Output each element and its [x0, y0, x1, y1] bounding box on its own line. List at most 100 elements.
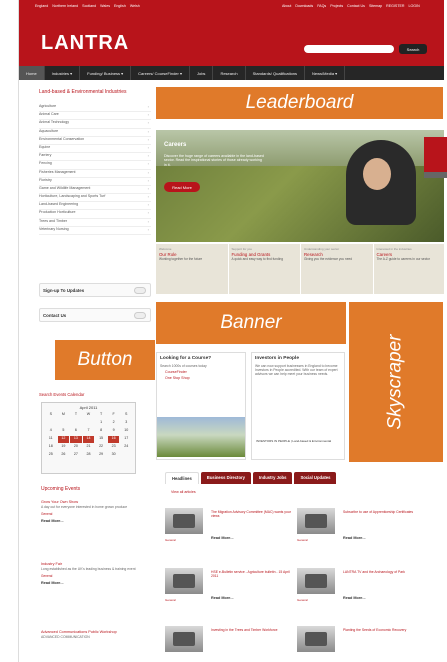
tab-social-updates[interactable]: Social Updates [294, 472, 337, 484]
link-projects[interactable]: Projects [330, 4, 343, 8]
ad-banner[interactable]: Banner [156, 302, 346, 344]
cal-day[interactable]: 11 [45, 436, 57, 443]
nav-careers[interactable]: Careers/ CourseFinder ▾ [131, 66, 190, 80]
cal-day-highlighted[interactable]: 16 [107, 436, 120, 443]
one-stop-shop-link[interactable]: One Stop Shop [157, 374, 245, 380]
news-thumbnail[interactable] [165, 568, 203, 594]
sidebar-item[interactable]: Veterinary Nursing [39, 227, 151, 235]
link-register[interactable]: REGISTER [386, 4, 404, 8]
news-category[interactable]: General [297, 538, 308, 542]
nav-standards[interactable]: Standards/ Qualifications [246, 66, 306, 80]
news-category[interactable]: General [297, 598, 308, 602]
news-thumbnail[interactable] [165, 626, 203, 652]
contact-box[interactable]: Contact Us [39, 308, 151, 322]
nav-research[interactable]: Research [213, 66, 246, 80]
ad-button[interactable]: Button [55, 340, 155, 380]
feature-our-role[interactable]: Welcome Our Role Working together for th… [156, 244, 229, 294]
news-thumbnail[interactable] [165, 508, 203, 534]
sidebar-item[interactable]: Production Horticulture [39, 210, 151, 219]
cal-day[interactable]: 4 [45, 428, 57, 435]
sidebar-item[interactable]: Equine [39, 145, 151, 154]
news-title[interactable]: The Migration Advisory Committee (MAC) w… [211, 510, 291, 518]
tab-industry-jobs[interactable]: Industry Jobs [252, 472, 293, 484]
cal-day[interactable]: 9 [108, 428, 120, 435]
lang-english[interactable]: English [114, 4, 126, 8]
event-title[interactable]: Grow Your Own Show [41, 500, 151, 504]
cal-day[interactable]: 25 [45, 452, 57, 459]
news-title[interactable]: Subscribe to use of Apprenticeship Certi… [343, 510, 423, 514]
news-thumbnail[interactable] [297, 508, 335, 534]
feature-research[interactable]: Understanding your sector Research Givin… [301, 244, 374, 294]
event-read-more[interactable]: Read More... [41, 519, 151, 523]
cal-day[interactable]: 3 [120, 420, 132, 427]
event-title[interactable]: Advanced Communications Public Workshop [41, 630, 151, 634]
site-logo[interactable]: LANTRA [41, 32, 129, 55]
cal-day[interactable]: 28 [83, 452, 95, 459]
search-button[interactable]: Search [399, 44, 427, 54]
sidebar-item[interactable]: Farriery [39, 153, 151, 162]
cal-day[interactable]: 24 [120, 444, 132, 451]
link-faqs[interactable]: FAQs [317, 4, 326, 8]
news-read-more[interactable]: Read More... [343, 596, 366, 600]
cal-day[interactable]: 8 [95, 428, 107, 435]
news-thumbnail[interactable] [297, 626, 335, 652]
cal-day-highlighted[interactable]: 13 [70, 436, 82, 443]
sidebar-item[interactable]: Fisheries Management [39, 170, 151, 178]
signup-box[interactable]: Sign-up To Updates [39, 283, 151, 297]
news-title[interactable]: Planting the Seeds of Economic Recovery [343, 628, 423, 632]
cal-day[interactable]: 10 [120, 428, 132, 435]
sidebar-item[interactable]: Animal Care [39, 112, 151, 121]
ad-skyscraper[interactable]: Skyscraper [349, 302, 443, 462]
link-login[interactable]: LOGIN [409, 4, 420, 8]
region-link-england[interactable]: England [35, 4, 48, 8]
tab-business-directory[interactable]: Business Directory [200, 472, 251, 484]
event-category[interactable]: General [41, 512, 151, 516]
ad-leaderboard[interactable]: Leaderboard [156, 87, 443, 119]
tab-headlines[interactable]: Headlines [165, 472, 199, 484]
cal-day[interactable]: 29 [95, 452, 107, 459]
news-title[interactable]: LANTRA TV and the Archaeology of Park [343, 570, 423, 574]
search-input[interactable] [304, 45, 394, 53]
cal-day-highlighted[interactable]: 12 [57, 436, 70, 443]
cal-day[interactable]: 20 [70, 444, 82, 451]
cal-day[interactable]: 27 [70, 452, 82, 459]
news-title[interactable]: Investing in the Trees and Timber Workfo… [211, 628, 291, 632]
cal-day-highlighted[interactable]: 14 [82, 436, 95, 443]
sidebar-item[interactable]: Trees and Timber [39, 219, 151, 227]
region-link-scotland[interactable]: Scotland [82, 4, 96, 8]
event-title[interactable]: Industry Fair [41, 562, 151, 566]
events-calendar[interactable]: April 2011 S M T W T F S 1 2 3 4 5 6 7 8… [41, 402, 136, 474]
link-contact[interactable]: Contact Us [347, 4, 365, 8]
nav-industries[interactable]: Industries ▾ [45, 66, 81, 80]
cal-day[interactable]: 30 [108, 452, 120, 459]
cal-day[interactable]: 15 [95, 436, 107, 443]
news-title[interactable]: HSE e-Bulletin service - Agriculture bul… [211, 570, 291, 578]
sidebar-item[interactable]: Horticulture, Landscaping and Sports Tur… [39, 194, 151, 203]
link-sitemap[interactable]: Sitemap [369, 4, 382, 8]
cal-day[interactable]: 6 [70, 428, 82, 435]
link-about[interactable]: About [282, 4, 291, 8]
sidebar-item[interactable]: Agriculture [39, 104, 151, 113]
nav-jobs[interactable]: Jobs [190, 66, 214, 80]
cal-day[interactable]: 22 [95, 444, 107, 451]
news-category[interactable]: General [165, 538, 176, 542]
region-link-ni[interactable]: Northern Ireland [52, 4, 78, 8]
cal-day[interactable]: 26 [58, 452, 70, 459]
nav-news[interactable]: News/Media ▾ [305, 66, 346, 80]
cal-day[interactable]: 23 [108, 444, 120, 451]
hero-carousel[interactable]: Careers Discover the huge range of caree… [156, 130, 444, 242]
cal-day[interactable]: 21 [83, 444, 95, 451]
news-read-more[interactable]: Read More... [343, 536, 366, 540]
sidebar-item[interactable]: Game and Wildlife Management [39, 186, 151, 195]
lang-welsh[interactable]: Welsh [130, 4, 140, 8]
cal-day[interactable]: 7 [83, 428, 95, 435]
region-link-wales[interactable]: Wales [100, 4, 110, 8]
cal-day[interactable]: 19 [58, 444, 70, 451]
cal-day[interactable]: 18 [45, 444, 57, 451]
sidebar-item[interactable]: Fencing [39, 161, 151, 170]
news-category[interactable]: General [165, 598, 176, 602]
hero-read-more-button[interactable]: Read More [164, 182, 200, 192]
view-all-link[interactable]: View all articles [171, 490, 196, 494]
nav-home[interactable]: Home [19, 66, 45, 80]
sidebar-item[interactable]: Animal Technology [39, 120, 151, 129]
